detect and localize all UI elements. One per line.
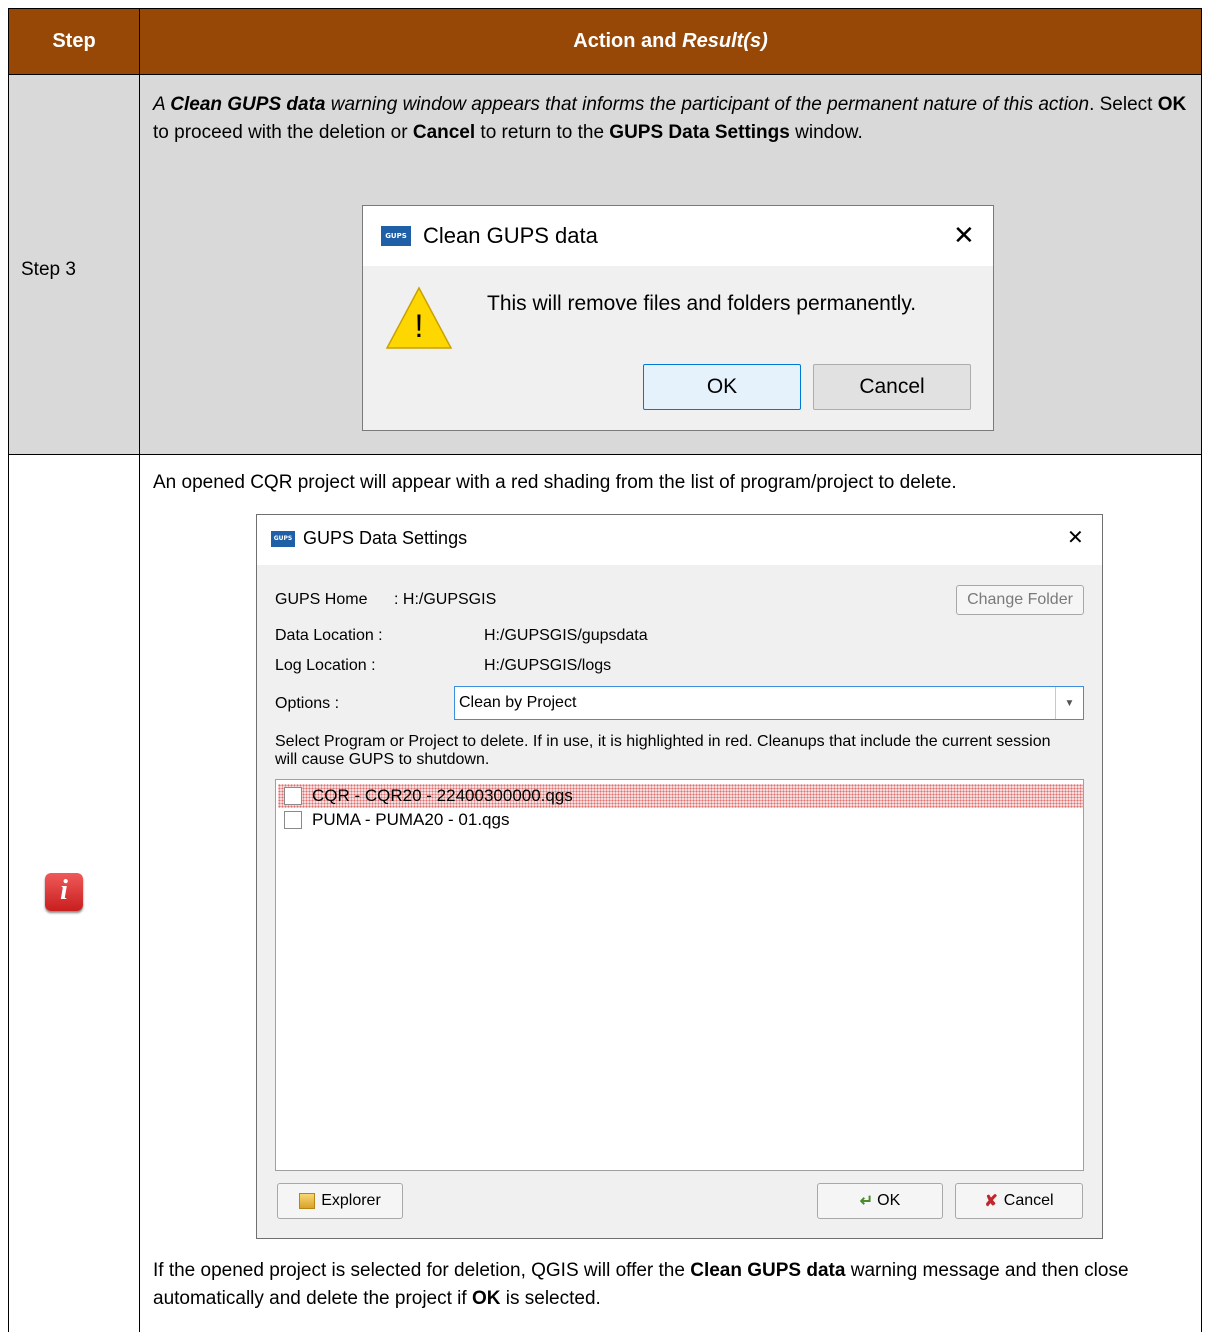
info-icon: i — [45, 873, 83, 911]
step3-paragraph: A Clean GUPS data warning window appears… — [153, 94, 1187, 143]
close-icon[interactable]: ✕ — [1067, 528, 1084, 548]
data-location-label: Data Location : — [275, 627, 383, 644]
red-x-icon: ✘ — [984, 1193, 998, 1210]
clean-gups-dialog: GUPS Clean GUPS data ✕ ! This will remov… — [362, 205, 994, 431]
data-location-value: H:/GUPSGIS/gupsdata — [484, 627, 648, 644]
dialog-title: GUPS Data Settings — [303, 528, 468, 548]
log-location-value: H:/GUPSGIS/logs — [484, 657, 612, 674]
header-action: Action and Result(s) — [139, 8, 1202, 75]
checkbox[interactable] — [284, 787, 302, 805]
options-select[interactable]: Clean by Project ▼ — [454, 686, 1084, 720]
header-step: Step — [8, 8, 140, 75]
header-step-label: Step — [52, 30, 96, 52]
ok-button[interactable]: ↵ OK — [817, 1183, 943, 1219]
list-item[interactable]: CQR - CQR20 - 22400300000.qgs — [278, 784, 1083, 808]
gups-home-value: : H:/GUPSGIS — [394, 591, 497, 608]
info-cell: i — [8, 454, 140, 1332]
close-icon[interactable]: ✕ — [953, 222, 975, 248]
change-folder-button[interactable]: Change Folder — [956, 585, 1084, 615]
checkbox[interactable] — [284, 811, 302, 829]
options-select-value: Clean by Project — [459, 694, 577, 711]
check-arrow-icon: ↵ — [859, 1193, 874, 1210]
step-cell: Step 3 — [8, 74, 140, 455]
log-location-label: Log Location : — [275, 657, 376, 674]
warning-icon: ! — [385, 284, 453, 352]
dialog-titlebar: GUPS GUPS Data Settings ✕ — [257, 515, 1102, 565]
dialog-message: This will remove files and folders perma… — [487, 292, 917, 315]
list-item-label: PUMA - PUMA20 - 01.qgs — [312, 810, 510, 829]
list-item[interactable]: PUMA - PUMA20 - 01.qgs — [278, 808, 1083, 832]
cancel-button[interactable]: ✘ Cancel — [955, 1183, 1083, 1219]
step-label: Step 3 — [21, 259, 76, 280]
folder-icon — [299, 1193, 316, 1209]
options-label: Options : — [275, 695, 340, 712]
info-bottom-paragraph: If the opened project is selected for de… — [153, 1260, 1129, 1309]
info-intro: An opened CQR project will appear with a… — [153, 472, 957, 493]
instructions-text: Select Program or Project to delete. If … — [275, 733, 1051, 768]
chevron-down-icon[interactable]: ▼ — [1055, 687, 1083, 719]
gups-logo-icon: GUPS — [271, 531, 295, 547]
ok-button[interactable]: OK — [643, 364, 801, 410]
gups-data-settings-dialog: GUPS GUPS Data Settings ✕ GUPS Home : H:… — [256, 514, 1103, 1239]
explorer-button[interactable]: Explorer — [277, 1183, 403, 1219]
dialog-titlebar: GUPS Clean GUPS data ✕ — [363, 206, 993, 266]
project-list[interactable]: CQR - CQR20 - 22400300000.qgs PUMA - PUM… — [275, 779, 1084, 1171]
header-action-label: Action and Result(s) — [573, 30, 768, 52]
list-item-label: CQR - CQR20 - 22400300000.qgs — [312, 786, 573, 805]
cancel-button[interactable]: Cancel — [813, 364, 971, 410]
dialog-title: Clean GUPS data — [423, 223, 598, 248]
gups-logo-icon: GUPS — [381, 226, 411, 246]
gups-home-label: GUPS Home — [275, 591, 368, 608]
